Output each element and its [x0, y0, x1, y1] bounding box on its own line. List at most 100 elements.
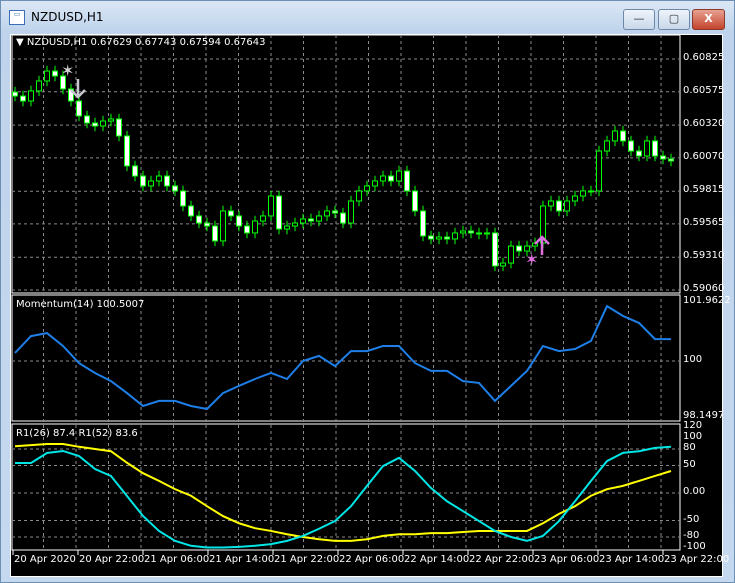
candle-bear	[172, 185, 178, 192]
candle-bull	[580, 190, 586, 197]
sell-star-icon: ✶	[61, 61, 74, 80]
candle-bull	[220, 210, 226, 242]
rsi-header: R1(26) 87.4 R1(52) 83.6	[16, 428, 138, 439]
candle-bear	[516, 245, 522, 252]
candle-bear	[204, 222, 210, 227]
candle-bull	[100, 120, 106, 127]
candle-bear	[412, 190, 418, 212]
candle-bull	[324, 210, 330, 217]
candle-bull	[588, 190, 594, 193]
candle-bull	[108, 118, 114, 122]
candle-bull	[364, 185, 370, 192]
candle-bear	[388, 175, 394, 182]
candle-bull	[28, 90, 34, 102]
panel-border	[11, 35, 681, 294]
candle-bear	[668, 158, 674, 162]
candle-bear	[652, 140, 658, 157]
candle-bull	[252, 220, 258, 234]
candle-bull	[292, 222, 298, 227]
candle-bull	[604, 140, 610, 152]
candle-bull	[260, 215, 266, 222]
candle-bull	[452, 232, 458, 240]
candle-bear	[180, 190, 186, 207]
candle-bear	[244, 225, 250, 234]
candle-bear	[308, 218, 314, 222]
time-label: 22 Apr 06:00	[339, 554, 405, 565]
time-label: 21 Apr 22:00	[274, 554, 340, 565]
rsi-scale-label: -80	[683, 530, 700, 541]
time-label: 23 Apr 22:00	[664, 554, 730, 565]
price-label: 0.60070	[683, 150, 725, 162]
candle-bear	[404, 170, 410, 192]
candle-bull	[596, 150, 602, 192]
candle-bull	[44, 70, 50, 82]
momentum-scale-label: 101.9622	[683, 295, 731, 307]
candle-bear	[428, 235, 434, 240]
momentum-scale-label: 100	[683, 354, 703, 365]
rsi-scale-label: 100	[683, 431, 703, 442]
price-label: 0.60320	[683, 118, 725, 130]
candle-bull	[284, 225, 290, 230]
candle-bear	[660, 155, 666, 160]
candle-bull	[148, 180, 154, 187]
candle-bull	[644, 140, 650, 157]
price-label: 0.59565	[683, 216, 725, 228]
candle-bull	[564, 200, 570, 212]
candle-bull	[300, 218, 306, 224]
candle-bear	[92, 122, 98, 127]
candle-bull	[380, 175, 386, 182]
candle-bear	[116, 118, 122, 137]
candle-bull	[396, 170, 402, 182]
time-label: 20 Apr 2020	[14, 554, 76, 565]
candle-bear	[212, 225, 218, 242]
candle-bear	[52, 70, 58, 77]
candle-bear	[12, 91, 18, 97]
candle-bull	[460, 230, 466, 234]
candle-bear	[492, 232, 498, 267]
candle-bull	[36, 80, 42, 92]
minimize-button[interactable]: —	[623, 9, 655, 30]
rsi-scale-label: -50	[683, 513, 700, 525]
time-label: 23 Apr 06:00	[534, 554, 600, 565]
close-button[interactable]: X	[692, 9, 725, 30]
rsi-slow-line	[14, 443, 672, 542]
candle-bear	[636, 150, 642, 157]
rsi-fast-line	[15, 445, 672, 549]
window-title: NZDUSD,H1	[31, 10, 104, 24]
candle-bear	[76, 100, 82, 117]
main-header: ▼ NZDUSD,H1 0.67629 0.67743 0.67594 0.67…	[16, 37, 266, 48]
price-label: 0.59310	[683, 250, 725, 262]
rsi-scale-label: -100	[683, 541, 706, 552]
symbol-ohlc: NZDUSD,H1 0.67629 0.67743 0.67594 0.6764…	[26, 37, 266, 48]
candle-bear	[276, 195, 282, 230]
chart-area[interactable]: ✶ ✶ ▼ NZDUSD,H1 0.67629 0.67743 0.67594 0…	[10, 34, 731, 577]
price-label: 0.60575	[683, 84, 725, 96]
candle-bear	[196, 215, 202, 224]
candle-bear	[124, 135, 130, 167]
candle-bull	[348, 200, 354, 224]
time-label: 21 Apr 14:00	[209, 554, 275, 565]
time-label: 23 Apr 14:00	[599, 554, 665, 565]
momentum-line	[14, 304, 671, 411]
candle-bear	[628, 140, 634, 152]
time-label: 20 Apr 22:00	[79, 554, 145, 565]
candle-bear	[84, 115, 90, 124]
rsi-scale-label: 0.00	[683, 486, 706, 497]
candle-bear	[476, 232, 482, 235]
candle-bull	[156, 175, 162, 182]
candle-bear	[444, 236, 450, 240]
candle-bear	[556, 200, 562, 212]
candle-bull	[548, 200, 554, 207]
candle-bear	[340, 212, 346, 224]
candle-bear	[468, 230, 474, 234]
momentum-scale-label: 98.1497	[683, 409, 725, 421]
candle-bull	[500, 262, 506, 267]
candle-bull	[484, 232, 490, 235]
chart-window: ▭ NZDUSD,H1 — ▢ X ✶ ✶ ▼ NZDUSD,H1 0.67629…	[0, 0, 735, 583]
candle-bear	[132, 165, 138, 177]
candle-bear	[164, 175, 170, 187]
candle-bear	[140, 175, 146, 187]
maximize-button[interactable]: ▢	[658, 9, 690, 30]
candle-bear	[236, 215, 242, 227]
price-label: 0.60825	[683, 52, 725, 63]
